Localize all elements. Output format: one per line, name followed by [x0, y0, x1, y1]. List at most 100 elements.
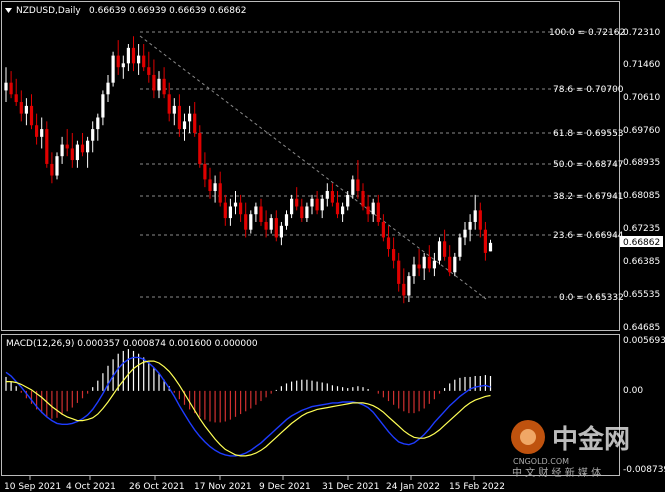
- time-label: 26 Oct 2021: [129, 482, 185, 492]
- candle-body: [35, 125, 39, 137]
- candle-body: [453, 256, 457, 273]
- price-tick: 0.69760: [623, 126, 660, 136]
- macd-lines: [5, 356, 491, 457]
- candle-body: [29, 105, 34, 126]
- candle-body: [427, 256, 431, 269]
- candle-body: [305, 206, 309, 219]
- candle-body: [315, 198, 319, 211]
- candle-body: [70, 148, 74, 161]
- candle-body: [249, 214, 253, 230]
- price-tick: 0.71460: [623, 60, 660, 70]
- price-tick: 0.68085: [623, 191, 660, 201]
- macd-histogram: [5, 349, 492, 423]
- candle-body: [162, 78, 166, 95]
- candle-body: [274, 218, 278, 238]
- candle-body: [488, 242, 493, 252]
- macd-tick: -0.008739: [623, 465, 665, 475]
- candle-body: [86, 140, 90, 153]
- watermark: 中金网 CNGOLD.COM 中 文 财 经 新 媒 体: [511, 420, 630, 479]
- current-price-value: 0.66862: [623, 238, 660, 248]
- price-tick: 0.65535: [623, 290, 660, 300]
- candle-body: [412, 264, 416, 277]
- brand-slogan: 中 文 财 经 新 媒 体: [512, 466, 601, 479]
- candle-body: [244, 214, 248, 230]
- candle-body: [19, 102, 23, 114]
- current-price-tag: 0.66862: [620, 236, 663, 248]
- fib-level-label: 50.0 = 0.68747: [553, 160, 624, 170]
- candle-body: [320, 198, 324, 211]
- brand-name: 中金网: [552, 424, 630, 455]
- candle-body: [259, 206, 263, 222]
- candle-body: [80, 144, 85, 153]
- candle-body: [147, 67, 151, 75]
- symbol-menu-icon[interactable]: [5, 8, 12, 13]
- candle-body: [218, 183, 222, 203]
- chart-canvas: NZDUSD,Daily 0.66639 0.66939 0.66639 0.6…: [1, 1, 665, 492]
- time-label: 9 Dec 2021: [259, 482, 311, 492]
- candle-body: [24, 105, 28, 114]
- time-label: 31 Dec 2021: [322, 482, 380, 492]
- candle-body: [284, 214, 289, 226]
- fib-level-label: 78.6 = 0.70700: [553, 85, 624, 95]
- candle-body: [101, 94, 105, 118]
- price-tick: 0.64685: [623, 323, 660, 333]
- candle-body: [356, 179, 360, 192]
- brand-domain: CNGOLD.COM: [513, 457, 569, 466]
- candle-body: [177, 105, 181, 130]
- candle-body: [228, 206, 232, 219]
- candle-body: [366, 206, 370, 215]
- candle-body: [172, 105, 176, 114]
- candle-body: [116, 55, 120, 68]
- candle-body: [269, 218, 273, 230]
- candle-body: [91, 129, 95, 141]
- fibonacci-retracement[interactable]: 100.0 = 0.72162 78.6 = 0.70700 61.8 = 0.…: [139, 28, 625, 303]
- time-label: 10 Sep 2021: [4, 482, 61, 492]
- fib-level-label: 38.2 = 0.67941: [553, 192, 624, 202]
- candle-body: [351, 179, 355, 195]
- candle-body: [157, 78, 161, 91]
- candle-body: [448, 256, 452, 273]
- macd-panel-frame: [1, 334, 620, 476]
- candle-body: [397, 260, 401, 284]
- candle-body: [198, 132, 202, 164]
- price-tick: 0.66385: [623, 257, 660, 267]
- candle-body: [279, 225, 283, 238]
- candle-body: [443, 241, 447, 257]
- candle-body: [96, 117, 100, 130]
- candle-body: [45, 129, 49, 164]
- candle-body: [137, 55, 141, 64]
- brand-logo-inner: [520, 429, 536, 445]
- candle-body: [203, 163, 207, 180]
- macd-tick: 0.005693: [623, 336, 665, 346]
- time-label: 17 Nov 2021: [194, 482, 252, 492]
- candle-body: [152, 74, 156, 91]
- candle-body: [106, 82, 110, 95]
- candle-body: [50, 163, 54, 176]
- candle-body: [341, 206, 345, 215]
- candle-body: [381, 221, 385, 238]
- candle-body: [483, 229, 487, 253]
- candle-body: [131, 47, 136, 64]
- candle-body: [422, 256, 426, 269]
- candle-body: [361, 191, 365, 207]
- candle-body: [9, 82, 13, 95]
- candle-body: [264, 221, 268, 230]
- fib-level-label: 23.6 = 0.66944: [553, 231, 624, 241]
- time-label: 4 Oct 2021: [66, 482, 116, 492]
- candle-body: [478, 210, 482, 230]
- price-tick: 0.68935: [623, 158, 660, 168]
- candle-body: [60, 144, 64, 157]
- candle-body: [223, 202, 227, 219]
- candle-body: [310, 198, 314, 207]
- fib-level-label: 100.0 = 0.72162: [549, 28, 625, 38]
- price-tick: 0.67235: [623, 224, 660, 234]
- time-label: 24 Jan 2022: [386, 482, 440, 492]
- fib-level-label: 0.0 = 0.65332: [559, 293, 624, 303]
- candle-body: [121, 63, 125, 68]
- candle-body: [290, 198, 294, 215]
- candle-body: [325, 191, 329, 199]
- candle-body: [55, 156, 59, 176]
- candle-body: [300, 206, 304, 219]
- candle-body: [40, 129, 44, 137]
- candle-body: [233, 202, 238, 207]
